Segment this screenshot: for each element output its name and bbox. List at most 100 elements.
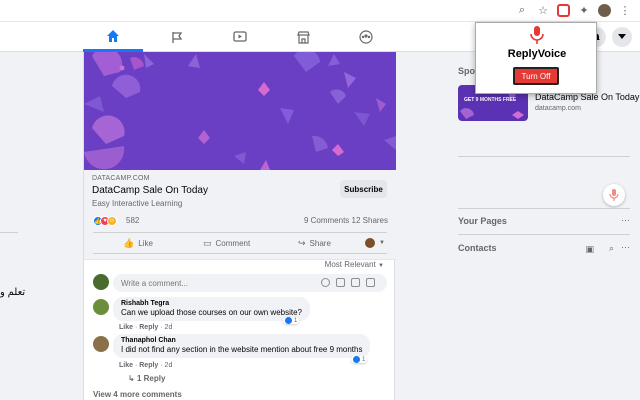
- search-icon[interactable]: ⌕: [609, 243, 614, 254]
- gif-icon[interactable]: [351, 278, 360, 287]
- comment-reply-link[interactable]: Reply: [139, 362, 158, 369]
- feed-post: DATACAMP.COM DataCamp Sale On Today Easy…: [83, 52, 396, 400]
- tab-groups[interactable]: [336, 22, 396, 52]
- page-avatar: [365, 238, 375, 248]
- comment-like-link[interactable]: Like: [119, 362, 133, 369]
- divider: [458, 208, 630, 209]
- comment-time[interactable]: 2d: [165, 362, 173, 369]
- flag-icon: [171, 31, 182, 43]
- comment-composer: [93, 274, 387, 294]
- replies-count: 1 Reply: [136, 374, 166, 383]
- like-reaction-icon: [353, 356, 360, 363]
- new-room-video-icon[interactable]: ▣: [585, 244, 594, 255]
- popup-title: ReplyVoice: [507, 48, 567, 60]
- share-button[interactable]: ↪ Share: [298, 238, 331, 249]
- tab-marketplace[interactable]: [273, 22, 333, 52]
- left-divider: [0, 232, 18, 233]
- ad-offer-text: GET 9 MONTHS FREE: [464, 97, 517, 103]
- contacts-heading: Contacts: [458, 243, 497, 253]
- comment-reaction-badge[interactable]: 1: [283, 317, 300, 324]
- reaction-summary: 👍 ♥ ☺ 582 9 Comments 12 Shares: [84, 212, 396, 230]
- replyvoice-extension-icon[interactable]: [557, 3, 570, 17]
- post-actions: 👍 Like ▭ Comment ↪ Share ▼: [93, 232, 387, 254]
- view-more-comments-link[interactable]: View 4 more comments: [93, 390, 182, 399]
- comment-text: Can we upload those courses on our own w…: [121, 308, 302, 317]
- comment-button[interactable]: ▭ Comment: [203, 238, 250, 249]
- microphone-icon: [609, 189, 619, 201]
- profile-avatar[interactable]: [598, 3, 611, 17]
- comment-sort-dropdown[interactable]: Most Relevant ▼: [325, 260, 384, 269]
- right-sidebar: Spo GET 9 MONTHS FREE DataCamp Sale On T…: [448, 52, 640, 400]
- store-icon: [296, 30, 310, 44]
- like-label: Like: [138, 239, 153, 248]
- comment-reaction-badge[interactable]: 1: [351, 356, 368, 363]
- comment-reaction-count: 1: [362, 356, 366, 363]
- sponsored-heading: Spo: [458, 66, 475, 76]
- comment-meta: Like · Reply · 2d: [119, 324, 173, 331]
- left-shortcut-text[interactable]: تعلم و: [0, 287, 25, 298]
- comment-like-link[interactable]: Like: [119, 324, 133, 331]
- home-icon: [107, 29, 119, 42]
- comment: Thanaphol Chan I did not find any sectio…: [93, 334, 387, 386]
- your-pages-heading: Your Pages: [458, 216, 507, 226]
- zoom-icon[interactable]: ⌕: [515, 3, 529, 17]
- link-title[interactable]: DataCamp Sale On Today: [92, 185, 208, 196]
- reaction-icons[interactable]: 👍 ♥ ☺: [93, 216, 117, 226]
- banner-shapes: [84, 52, 396, 170]
- star-icon[interactable]: ☆: [536, 3, 550, 17]
- react-as-page-selector[interactable]: ▼: [365, 238, 385, 248]
- microphone-icon: [530, 26, 544, 44]
- caret-down-icon: ▼: [378, 263, 384, 269]
- browser-extension-icons: ⌕ ☆ ✦ ⋮: [515, 3, 632, 17]
- tab-watch[interactable]: [210, 22, 270, 52]
- camera-icon[interactable]: [336, 278, 345, 287]
- speech-bubble-icon: ▭: [203, 238, 212, 248]
- shares-count[interactable]: 12 Shares: [352, 216, 388, 225]
- caret-down-icon: ▼: [379, 240, 385, 246]
- comments-count[interactable]: 9 Comments: [304, 216, 349, 225]
- comment-reaction-count: 1: [294, 317, 298, 324]
- more-options-icon[interactable]: ···: [621, 215, 630, 225]
- comment-time[interactable]: 2d: [165, 324, 173, 331]
- divider: [458, 156, 630, 157]
- comment-reply-link[interactable]: Reply: [139, 324, 158, 331]
- comment-text: I did not find any section in the websit…: [121, 345, 363, 354]
- groups-icon: [359, 30, 373, 44]
- turn-off-button[interactable]: Turn Off: [513, 67, 559, 85]
- share-arrow-icon: ↪: [298, 238, 306, 248]
- comment-share-counts: 9 Comments 12 Shares: [304, 216, 388, 225]
- avatar[interactable]: [93, 274, 109, 290]
- comment-bubble: Rishabh Tegra Can we upload those course…: [113, 297, 310, 321]
- reaction-count[interactable]: 582: [126, 216, 139, 225]
- comment-author[interactable]: Rishabh Tegra: [121, 300, 302, 307]
- sticker-icon[interactable]: [366, 278, 375, 287]
- view-replies-link[interactable]: ↳ 1 Reply: [128, 374, 165, 383]
- composer-icons: [321, 278, 375, 287]
- link-domain: DATACAMP.COM: [92, 175, 150, 182]
- tab-home[interactable]: [83, 22, 143, 52]
- emoji-icon[interactable]: [321, 278, 330, 287]
- like-button[interactable]: 👍 Like: [123, 238, 153, 249]
- comment-bubble: Thanaphol Chan I did not find any sectio…: [113, 334, 371, 358]
- comment: Rishabh Tegra Can we upload those course…: [93, 297, 387, 337]
- comment-label: Comment: [215, 239, 251, 248]
- more-options-icon[interactable]: ···: [621, 242, 630, 252]
- replyvoice-mic-button[interactable]: [603, 184, 625, 206]
- puzzle-icon[interactable]: ✦: [577, 3, 591, 17]
- menu-dots-icon[interactable]: ⋮: [618, 3, 632, 17]
- sort-label: Most Relevant: [324, 260, 376, 269]
- account-menu-button[interactable]: [612, 27, 632, 47]
- avatar[interactable]: [93, 336, 109, 352]
- thumbs-up-icon: 👍: [123, 238, 135, 248]
- replyvoice-popup: ReplyVoice Turn Off: [475, 22, 597, 94]
- link-subtitle: Easy Interactive Learning: [92, 199, 183, 208]
- tab-pages[interactable]: [147, 22, 207, 52]
- browser-toolbar: ⌕ ☆ ✦ ⋮: [0, 0, 640, 22]
- subscribe-button[interactable]: Subscribe: [340, 180, 387, 198]
- like-reaction-icon: [285, 317, 292, 324]
- divider: [458, 234, 630, 235]
- avatar[interactable]: [93, 299, 109, 315]
- ad-banner-image[interactable]: [84, 52, 396, 170]
- sponsored-ad-domain[interactable]: datacamp.com: [535, 105, 581, 112]
- comment-author[interactable]: Thanaphol Chan: [121, 337, 362, 344]
